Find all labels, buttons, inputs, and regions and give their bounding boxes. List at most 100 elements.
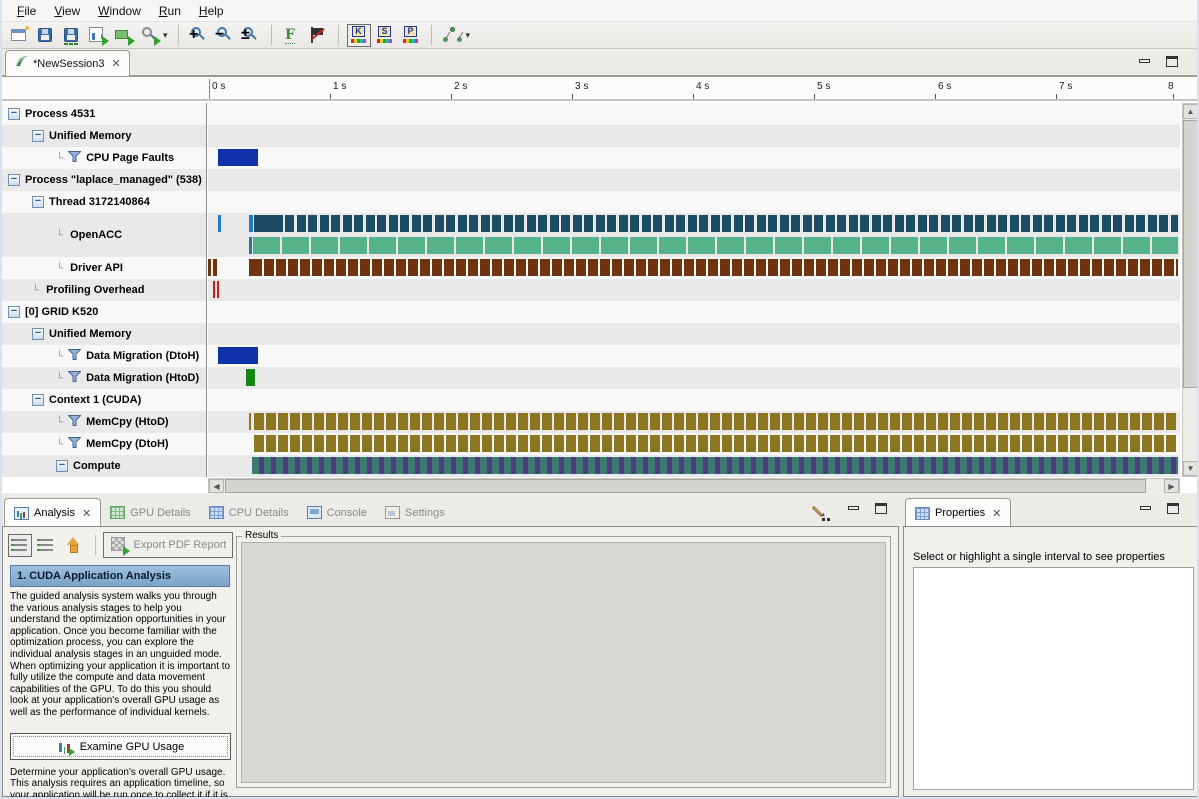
- openacc-interval[interactable]: [920, 237, 947, 254]
- openacc-interval[interactable]: [814, 215, 823, 232]
- openacc-interval[interactable]: [253, 237, 280, 254]
- guided-list-button[interactable]: [8, 534, 32, 557]
- memcpy-dtoh-interval[interactable]: [530, 435, 540, 452]
- export-pdf-button[interactable]: Export PDF Report: [103, 532, 233, 558]
- filter-funnel-icon[interactable]: [68, 347, 81, 365]
- driver-api-interval[interactable]: [276, 259, 286, 276]
- memcpy-dtoh-interval[interactable]: [302, 435, 312, 452]
- openacc-interval[interactable]: [837, 215, 846, 232]
- tab-properties[interactable]: Properties ✕: [905, 498, 1011, 527]
- driver-api-interval[interactable]: [288, 259, 298, 276]
- openacc-interval[interactable]: [780, 215, 789, 232]
- memcpy-htod-interval[interactable]: [1070, 413, 1080, 430]
- row-label-profiling-overhead[interactable]: └Profiling Overhead: [2, 279, 207, 301]
- memcpy-htod-interval[interactable]: [734, 413, 744, 430]
- memcpy-dtoh-interval[interactable]: [746, 435, 756, 452]
- zoom-out-button[interactable]: −: [213, 24, 237, 47]
- collapse-icon[interactable]: −: [8, 108, 20, 120]
- driver-api-interval[interactable]: [456, 259, 466, 276]
- menu-view[interactable]: View: [45, 2, 89, 20]
- memcpy-dtoh-interval[interactable]: [1070, 435, 1080, 452]
- driver-api-interval[interactable]: [1020, 259, 1030, 276]
- memcpy-htod-interval[interactable]: [710, 413, 720, 430]
- openacc-interval[interactable]: [398, 237, 425, 254]
- memcpy-dtoh-interval[interactable]: [386, 435, 396, 452]
- openacc-interval[interactable]: [804, 237, 831, 254]
- memcpy-dtoh-interval[interactable]: [554, 435, 564, 452]
- openacc-interval[interactable]: [630, 215, 639, 232]
- memcpy-htod-interval[interactable]: [890, 413, 900, 430]
- memcpy-dtoh-interval[interactable]: [374, 435, 384, 452]
- openacc-interval[interactable]: [862, 237, 889, 254]
- openacc-interval[interactable]: [331, 215, 340, 232]
- openacc-interval[interactable]: [826, 215, 835, 232]
- openacc-interval[interactable]: [653, 215, 662, 232]
- memcpy-dtoh-interval[interactable]: [698, 435, 708, 452]
- memcpy-htod-interval[interactable]: [1094, 413, 1104, 430]
- memcpy-htod-interval[interactable]: [998, 413, 1008, 430]
- openacc-interval[interactable]: [1094, 237, 1121, 254]
- memcpy-dtoh-interval[interactable]: [266, 435, 276, 452]
- openacc-interval[interactable]: [949, 237, 976, 254]
- row-label-cpu-page-faults[interactable]: └CPU Page Faults: [2, 147, 207, 169]
- driver-api-interval[interactable]: [912, 259, 922, 276]
- new-session-button[interactable]: *: [7, 24, 31, 47]
- memcpy-dtoh-interval[interactable]: [626, 435, 636, 452]
- openacc-interval[interactable]: [343, 215, 352, 232]
- driver-api-interval[interactable]: [768, 259, 778, 276]
- driver-api-interval[interactable]: [600, 259, 610, 276]
- memcpy-dtoh-interval[interactable]: [998, 435, 1008, 452]
- memcpy-dtoh-interval[interactable]: [890, 435, 900, 452]
- view-menu-icon[interactable]: [814, 503, 834, 521]
- openacc-interval[interactable]: [1044, 215, 1053, 232]
- openacc-interval[interactable]: [1021, 215, 1030, 232]
- driver-api-interval[interactable]: [1008, 259, 1018, 276]
- driver-api-interval[interactable]: [492, 259, 502, 276]
- openacc-interval[interactable]: [369, 237, 396, 254]
- memcpy-dtoh-interval[interactable]: [434, 435, 444, 452]
- driver-api-interval[interactable]: [864, 259, 874, 276]
- memcpy-dtoh-interval[interactable]: [1046, 435, 1056, 452]
- memcpy-dtoh-interval[interactable]: [734, 435, 744, 452]
- row-label-process-4531[interactable]: −Process 4531: [2, 103, 207, 125]
- openacc-interval[interactable]: [998, 215, 1007, 232]
- memcpy-dtoh-interval[interactable]: [422, 435, 432, 452]
- openacc-interval[interactable]: [688, 237, 715, 254]
- maximize-icon[interactable]: [1166, 56, 1179, 68]
- driver-api-interval[interactable]: [468, 259, 478, 276]
- openacc-interval[interactable]: [659, 237, 686, 254]
- memcpy-htod-interval[interactable]: [926, 413, 936, 430]
- row-label-data-migration-htod[interactable]: └Data Migration (HtoD): [2, 367, 207, 389]
- driver-api-interval[interactable]: [348, 259, 358, 276]
- memcpy-htod-interval[interactable]: [794, 413, 804, 430]
- driver-api-interval[interactable]: [384, 259, 394, 276]
- memcpy-htod-interval[interactable]: [770, 413, 780, 430]
- openacc-interval[interactable]: [311, 237, 338, 254]
- vertical-scroll-thumb[interactable]: [1183, 120, 1198, 388]
- timeline-chart-run-button[interactable]: [85, 24, 109, 47]
- memcpy-htod-interval[interactable]: [302, 413, 312, 430]
- openacc-interval[interactable]: [849, 215, 858, 232]
- memcpy-dtoh-interval[interactable]: [290, 435, 300, 452]
- memcpy-htod-interval[interactable]: [914, 413, 924, 430]
- openacc-interval[interactable]: [423, 215, 432, 232]
- driver-api-interval[interactable]: [324, 259, 334, 276]
- openacc-interval[interactable]: [400, 215, 409, 232]
- memcpy-dtoh-interval[interactable]: [782, 435, 792, 452]
- memcpy-htod-interval[interactable]: [986, 413, 996, 430]
- memcpy-htod-interval[interactable]: [950, 413, 960, 430]
- openacc-interval[interactable]: [596, 215, 605, 232]
- openacc-interval[interactable]: [481, 215, 490, 232]
- openacc-interval[interactable]: [1136, 215, 1145, 232]
- driver-api-interval[interactable]: [1128, 259, 1138, 276]
- driver-api-interval[interactable]: [336, 259, 346, 276]
- dropdown-caret-icon[interactable]: ▾: [466, 30, 471, 41]
- openacc-interval[interactable]: [918, 215, 927, 232]
- driver-api-interval[interactable]: [1176, 259, 1178, 276]
- memcpy-dtoh-interval[interactable]: [1058, 435, 1068, 452]
- scroll-down-icon[interactable]: ▼: [1183, 461, 1198, 476]
- openacc-interval[interactable]: [1067, 215, 1076, 232]
- memcpy-htod-interval[interactable]: [650, 413, 660, 430]
- driver-api-interval[interactable]: [1032, 259, 1042, 276]
- memcpy-htod-interval[interactable]: [590, 413, 600, 430]
